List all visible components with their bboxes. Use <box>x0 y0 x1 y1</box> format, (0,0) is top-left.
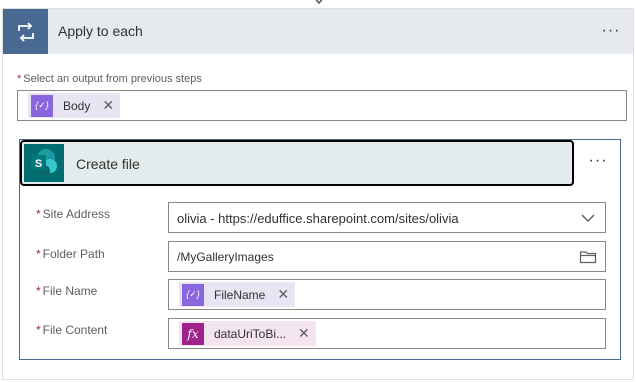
create-file-title: Create file <box>76 156 140 172</box>
sharepoint-letter: S <box>35 158 42 170</box>
expression-token[interactable]: fx dataUriToBi... ✕ <box>179 321 316 346</box>
apply-to-each-card: Apply to each ··· * Select an output from… <box>2 8 634 380</box>
select-output-field[interactable]: {✓} Body ✕ <box>17 90 627 121</box>
filename-token[interactable]: {✓} FileName ✕ <box>179 282 296 307</box>
dynamic-content-icon: {✓} <box>31 94 53 117</box>
file-content-field[interactable]: fx dataUriToBi... ✕ <box>168 318 606 349</box>
close-icon[interactable]: ✕ <box>277 286 289 303</box>
required-mark: * <box>17 73 22 85</box>
folder-icon[interactable] <box>579 248 597 266</box>
file-name-field[interactable]: {✓} FileName ✕ <box>168 279 606 310</box>
flow-arrow-icon <box>315 0 323 5</box>
filename-token-label: FileName <box>214 287 266 302</box>
apply-to-each-header[interactable]: Apply to each ··· <box>3 9 633 54</box>
folder-path-field[interactable]: /MyGalleryImages <box>168 241 606 272</box>
chevron-down-icon[interactable] <box>579 209 597 227</box>
loop-icon <box>3 9 48 54</box>
site-address-dropdown[interactable]: olivia - https://eduffice.sharepoint.com… <box>168 202 606 233</box>
body-token-label: Body <box>63 98 91 113</box>
select-output-label: * Select an output from previous steps <box>17 73 202 85</box>
close-icon[interactable]: ✕ <box>298 325 310 342</box>
file-content-label: * File Content <box>36 323 108 337</box>
folder-path-value: /MyGalleryImages <box>177 250 274 264</box>
apply-to-each-menu-button[interactable]: ··· <box>599 19 623 43</box>
create-file-menu-button[interactable]: ··· <box>578 152 618 170</box>
body-token[interactable]: {✓} Body ✕ <box>28 93 121 118</box>
sharepoint-icon: S <box>24 144 64 182</box>
folder-path-label: * Folder Path <box>36 247 105 261</box>
site-address-value: olivia - https://eduffice.sharepoint.com… <box>177 211 459 226</box>
expression-icon: fx <box>182 322 204 345</box>
create-file-header[interactable]: S Create file <box>20 140 574 186</box>
close-icon[interactable]: ✕ <box>102 97 114 114</box>
create-file-card: S Create file ··· * Site Address olivia -… <box>19 139 621 360</box>
expression-token-label: dataUriToBi... <box>214 326 287 341</box>
dynamic-content-icon: {✓} <box>182 283 204 306</box>
file-name-label: * File Name <box>36 284 98 298</box>
apply-to-each-title: Apply to each <box>58 23 143 39</box>
site-address-label: * Site Address <box>36 207 111 221</box>
select-output-label-text: Select an output from previous steps <box>23 73 202 85</box>
